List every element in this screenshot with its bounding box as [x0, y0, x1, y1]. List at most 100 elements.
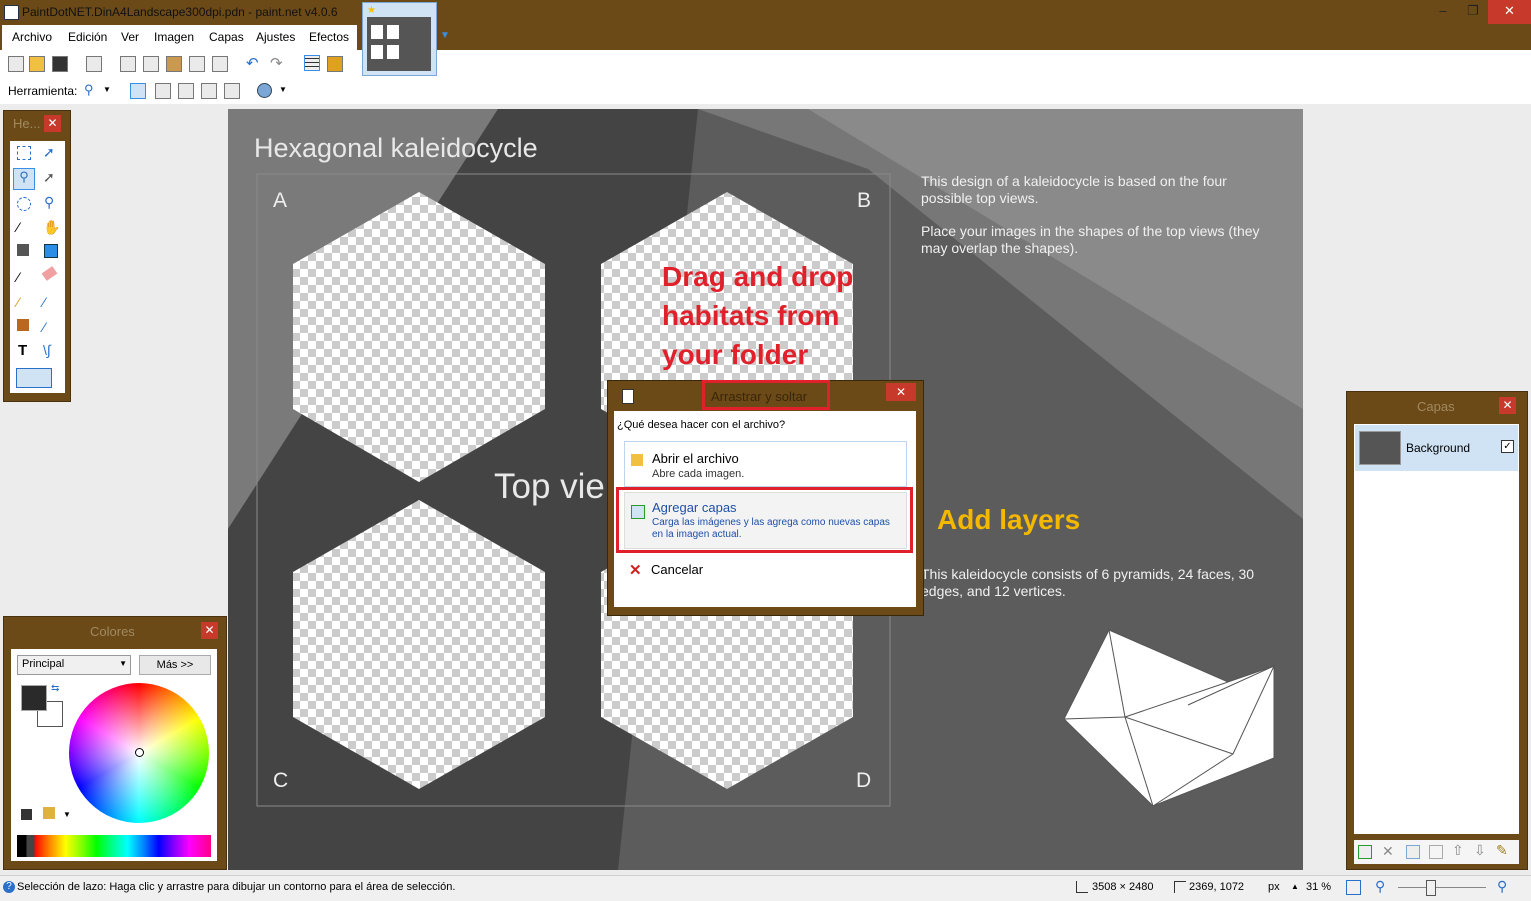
move-layer-down-icon[interactable]: ⇩: [1474, 842, 1486, 859]
text-icon[interactable]: T: [18, 342, 27, 359]
label-d: D: [856, 769, 872, 792]
chevron-down-icon[interactable]: ▼: [279, 85, 287, 94]
window-title: PaintDotNET.DinA4Landscape300dpi.pdn - p…: [22, 5, 338, 19]
dialog-question: ¿Qué desea hacer con el archivo?: [617, 419, 786, 431]
tools-panel-title: He...: [13, 116, 41, 131]
toolbar: ↶ ↷ Herramienta: ⚲ ▼ ▼: [0, 50, 1531, 105]
close-window-button[interactable]: ✕: [1488, 0, 1531, 24]
grid-icon[interactable]: [304, 55, 320, 71]
crop-icon[interactable]: [189, 56, 205, 72]
move-layer-up-icon[interactable]: ⇧: [1452, 842, 1464, 859]
cut-icon[interactable]: [120, 56, 136, 72]
chevron-down-icon[interactable]: ▼: [103, 85, 111, 94]
selection-mode-exclude-icon[interactable]: [178, 83, 194, 99]
color-wheel-cursor[interactable]: [135, 748, 144, 757]
layers-panel-title: Capas: [1417, 399, 1455, 414]
zoom-level[interactable]: 31 %: [1306, 881, 1331, 893]
eraser-icon[interactable]: [41, 266, 58, 281]
paintbrush-icon[interactable]: ⁄: [17, 269, 19, 285]
zoom-in-icon[interactable]: ⚲: [1497, 878, 1507, 895]
ellipse-select-icon[interactable]: [17, 197, 31, 211]
menu-ajustes[interactable]: Ajustes: [256, 30, 295, 44]
chevron-down-icon[interactable]: ▼: [440, 30, 450, 41]
image-size-icon: [1076, 881, 1088, 893]
new-file-icon[interactable]: [8, 56, 24, 72]
layer-properties-icon[interactable]: ✎: [1496, 842, 1508, 859]
cancel-option[interactable]: ✕ Cancelar: [624, 559, 905, 583]
duplicate-layer-icon[interactable]: [1406, 845, 1420, 859]
line-curve-icon[interactable]: \∫: [43, 342, 51, 358]
primary-color-swatch[interactable]: [21, 685, 47, 711]
zoom-icon[interactable]: ⚲: [44, 194, 54, 211]
recolor-icon[interactable]: ⁄: [43, 319, 45, 335]
units-selector[interactable]: px: [1268, 881, 1280, 893]
open-file-option[interactable]: Abrir el archivo Abre cada imagen.: [624, 441, 907, 487]
zoom-slider-thumb[interactable]: [1426, 880, 1436, 896]
delete-layer-icon[interactable]: ✕: [1382, 843, 1394, 860]
ruler-icon[interactable]: [327, 56, 343, 72]
pencil-icon[interactable]: ⁄: [17, 294, 19, 310]
print-icon[interactable]: [86, 56, 102, 72]
magnifier-icon[interactable]: ⚲: [84, 82, 94, 98]
add-layers-option[interactable]: Agregar capas Carga las imágenes y las a…: [624, 492, 907, 549]
menu-ver[interactable]: Ver: [121, 30, 139, 44]
selection-mode-invert-icon[interactable]: [224, 83, 240, 99]
lasso-select-icon[interactable]: ⚲: [13, 168, 35, 190]
close-icon[interactable]: ✕: [44, 115, 61, 132]
copy-icon[interactable]: [143, 56, 159, 72]
menu-imagen[interactable]: Imagen: [154, 30, 194, 44]
menu-capas[interactable]: Capas: [209, 30, 244, 44]
selection-mode-union-icon[interactable]: [155, 83, 171, 99]
chevron-up-icon[interactable]: ▲: [1291, 882, 1299, 891]
more-button[interactable]: Más >>: [139, 655, 211, 675]
document-thumbnail[interactable]: ★: [362, 2, 437, 76]
dialog-close-button[interactable]: ✕: [886, 383, 916, 401]
app-icon: [4, 5, 19, 20]
add-layer-icon: [631, 505, 645, 519]
paint-bucket-icon[interactable]: [17, 244, 29, 256]
menu-efectos[interactable]: Efectos: [309, 30, 349, 44]
magic-wand-icon[interactable]: ⁄: [17, 219, 19, 235]
shapes-icon[interactable]: [16, 368, 52, 388]
rectangle-select-icon[interactable]: [17, 146, 31, 160]
layers-panel: Capas ✕ Background ✓ ✕ ⇧ ⇩ ✎: [1346, 391, 1528, 870]
undo-icon[interactable]: ↶: [246, 54, 259, 72]
zoom-to-window-icon[interactable]: [1346, 880, 1361, 895]
clone-stamp-icon[interactable]: [17, 319, 29, 331]
color-mode-select[interactable]: Principal ▼: [17, 655, 131, 675]
pan-hand-icon[interactable]: ✋: [43, 219, 60, 236]
selection-mode-replace-icon[interactable]: [130, 83, 146, 99]
close-icon[interactable]: ✕: [201, 622, 218, 639]
chevron-down-icon[interactable]: ▼: [63, 810, 71, 819]
color-picker-icon[interactable]: ⁄: [43, 294, 45, 310]
paste-icon[interactable]: [166, 56, 182, 72]
merge-layer-icon[interactable]: [1429, 845, 1443, 859]
palette-reset-icon[interactable]: [21, 809, 32, 820]
layer-visibility-checkbox[interactable]: ✓: [1501, 440, 1514, 453]
antialias-icon[interactable]: [257, 83, 272, 98]
move-selected-icon[interactable]: ➚: [43, 169, 55, 186]
status-bar: ? Selección de lazo: Haga clic y arrastr…: [0, 875, 1531, 901]
selection-mode-intersect-icon[interactable]: [201, 83, 217, 99]
redo-icon[interactable]: ↷: [270, 54, 283, 72]
top-view-text: Top vie: [494, 467, 605, 506]
open-folder-icon[interactable]: [29, 56, 45, 72]
maximize-button[interactable]: ❐: [1458, 0, 1488, 24]
add-layer-icon[interactable]: [1358, 845, 1372, 859]
deselect-icon[interactable]: [212, 56, 228, 72]
palette-strip[interactable]: [17, 835, 211, 857]
menu-edicion[interactable]: Edición: [68, 30, 107, 44]
zoom-out-icon[interactable]: ⚲: [1375, 878, 1385, 895]
close-icon[interactable]: ✕: [1499, 397, 1516, 414]
dialog-title: Arrastrar y soltar: [711, 389, 808, 404]
zoom-slider-track[interactable]: [1398, 887, 1486, 888]
gradient-icon[interactable]: [44, 244, 58, 258]
swap-colors-icon[interactable]: ⇆: [51, 683, 59, 694]
minimize-button[interactable]: –: [1428, 0, 1458, 24]
save-icon[interactable]: [52, 56, 68, 72]
palette-menu-icon[interactable]: [43, 807, 55, 819]
menu-archivo[interactable]: Archivo: [12, 30, 52, 44]
document-icon: [622, 389, 634, 404]
layer-row[interactable]: Background ✓: [1355, 425, 1518, 471]
move-selection-icon[interactable]: ➚: [43, 144, 55, 161]
